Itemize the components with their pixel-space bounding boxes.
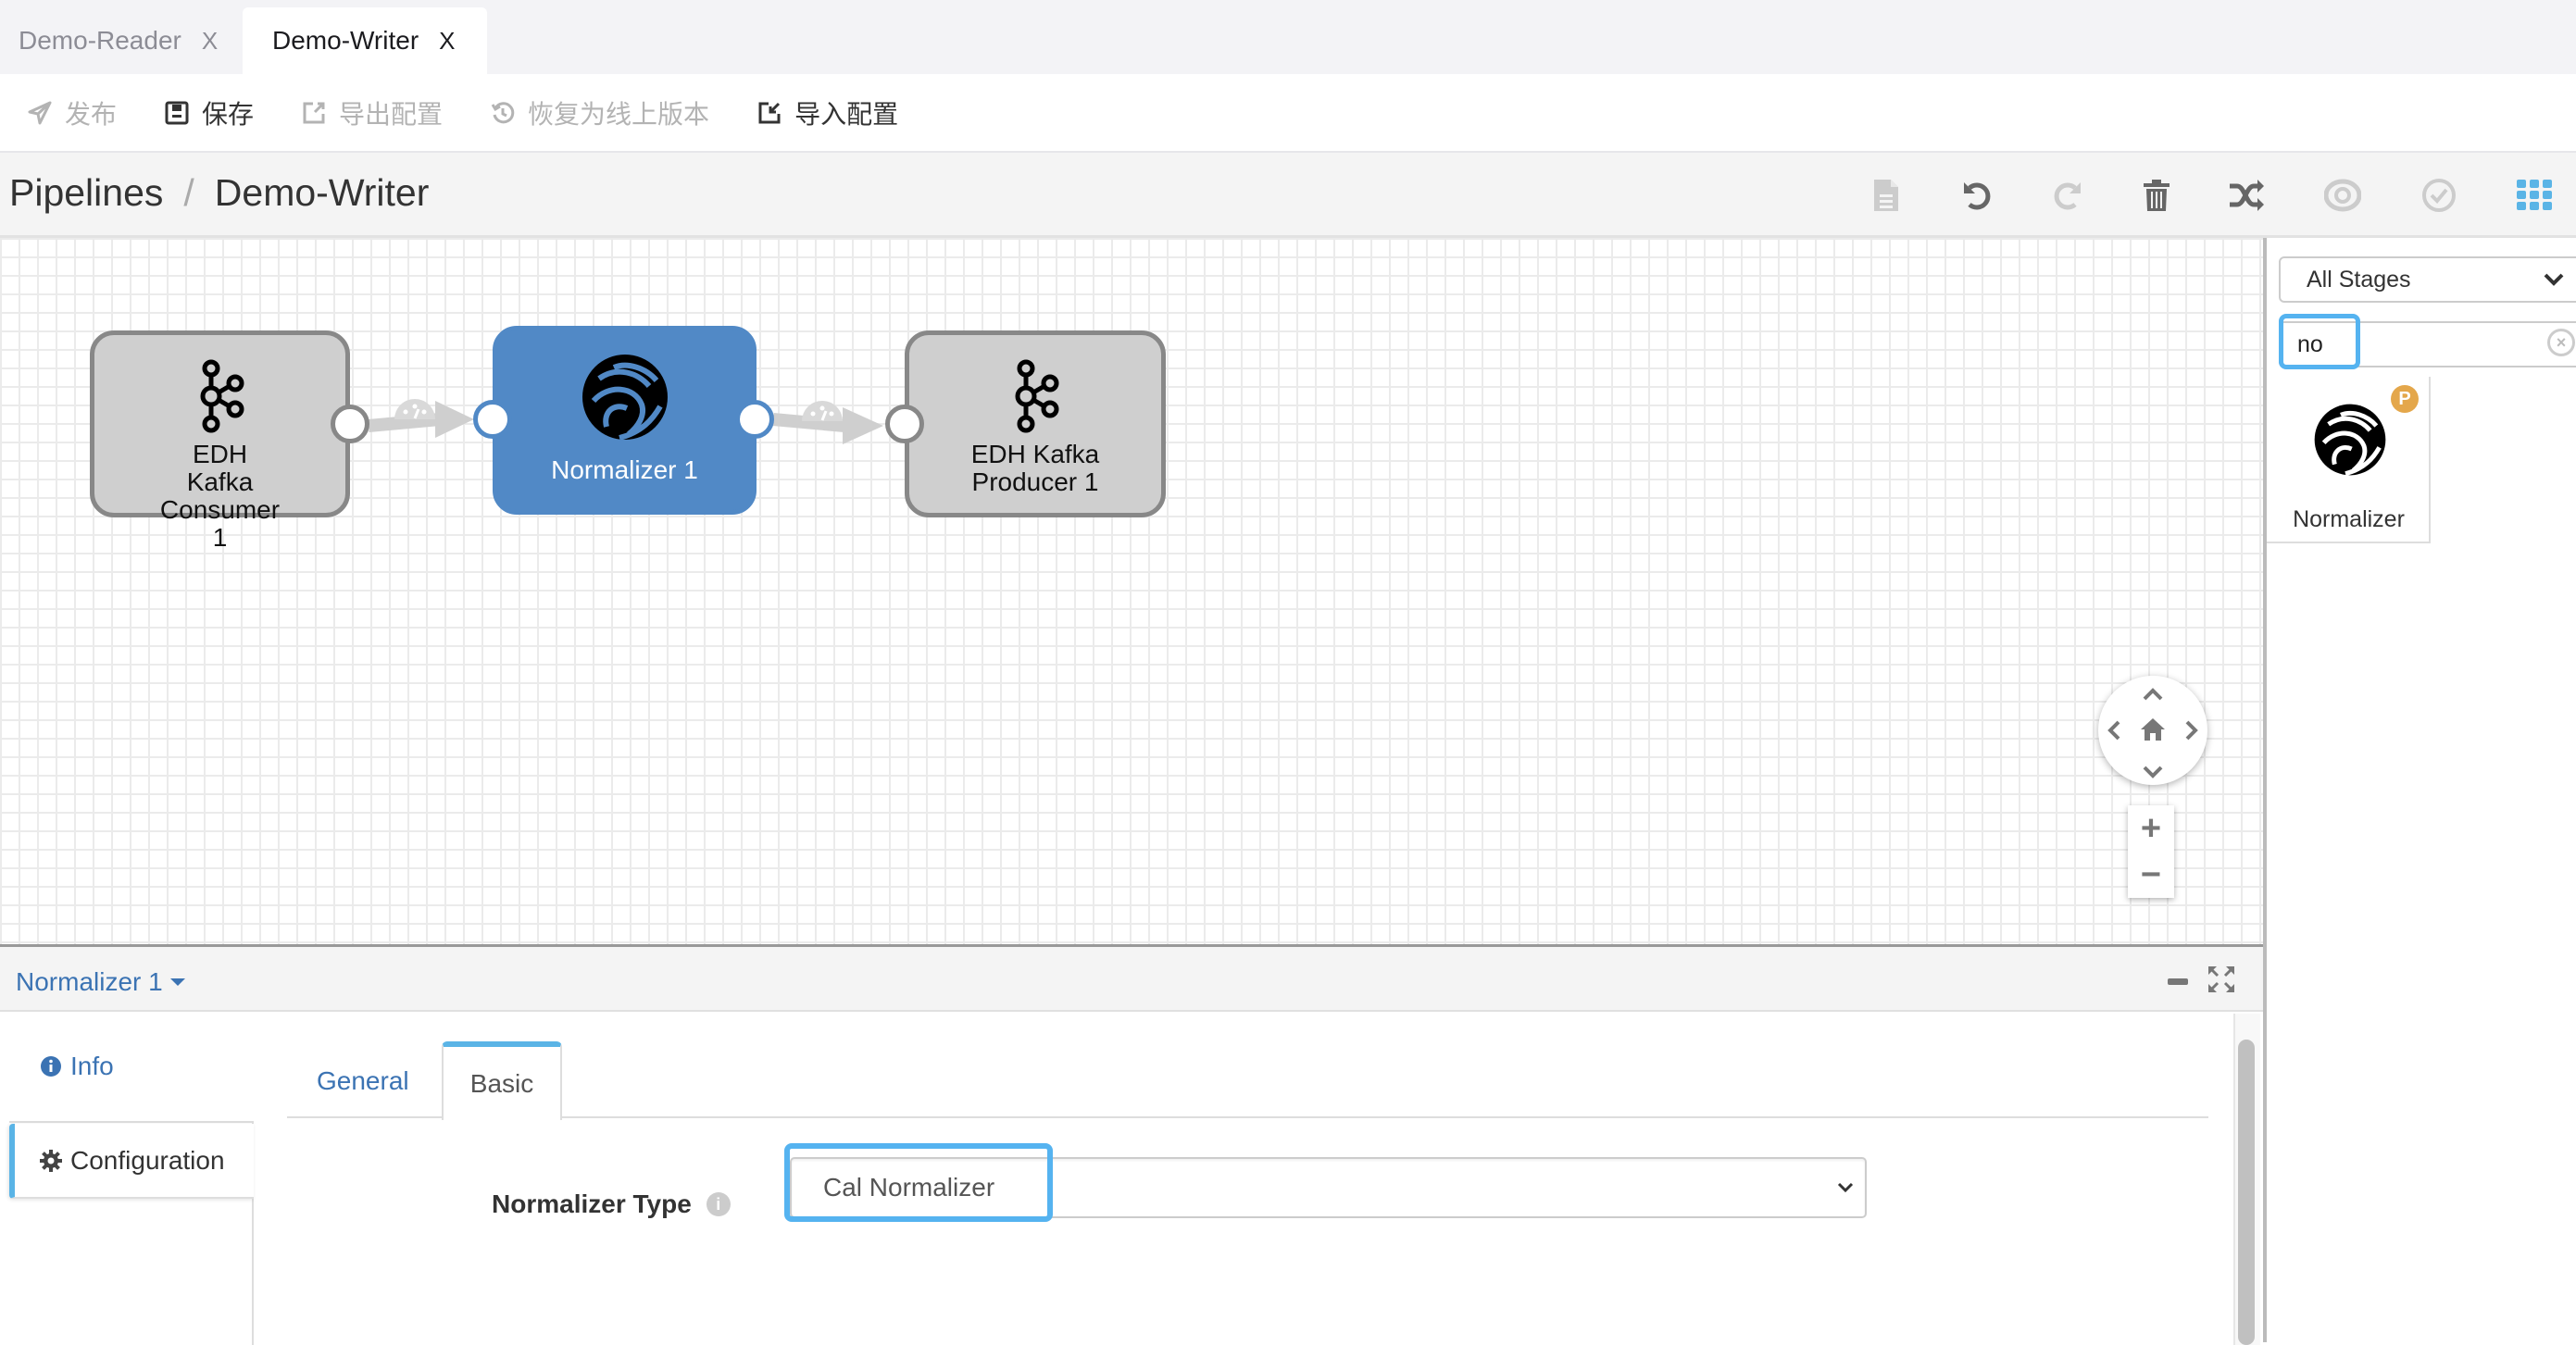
input-port[interactable] xyxy=(885,405,924,443)
premium-badge: P xyxy=(2391,385,2419,413)
preview-icon[interactable] xyxy=(2322,175,2363,216)
stage-library-panel: All Stages × P Normalizer xyxy=(2263,238,2576,1342)
pipeline-canvas[interactable]: EDH Kafka Consumer 1 Normalizer 1 EDH Ka… xyxy=(0,238,2263,944)
nav-configuration[interactable]: Configuration xyxy=(9,1124,254,1199)
stage-node-label: EDH Kafka Consumer 1 xyxy=(151,441,290,552)
chevron-down-icon xyxy=(1837,1177,1854,1199)
normalizer-icon xyxy=(579,351,671,443)
stage-node-label: Normalizer 1 xyxy=(545,456,704,484)
zoom-in-button[interactable]: + xyxy=(2128,805,2174,852)
normalizer-icon xyxy=(2313,403,2387,477)
publish-button[interactable]: 发布 xyxy=(26,94,117,131)
import-config-button[interactable]: 导入配置 xyxy=(756,94,898,131)
pan-left-icon[interactable] xyxy=(2107,720,2120,745)
info-icon xyxy=(39,1054,63,1078)
link-normalizer-to-producer[interactable] xyxy=(773,401,883,444)
nav-configuration-label: Configuration xyxy=(70,1146,225,1176)
kafka-icon xyxy=(998,359,1072,433)
save-button[interactable]: 保存 xyxy=(163,94,254,131)
nav-info[interactable]: Info xyxy=(9,1012,254,1123)
auto-arrange-icon[interactable] xyxy=(2226,175,2267,216)
zoom-control: + − xyxy=(2128,805,2174,898)
stage-node-kafka-producer[interactable]: EDH Kafka Producer 1 xyxy=(905,330,1166,517)
validate-icon[interactable] xyxy=(2419,175,2459,216)
field-label-text: Normalizer Type xyxy=(492,1189,692,1219)
tab-general[interactable]: General xyxy=(317,1041,409,1120)
pan-right-icon[interactable] xyxy=(2185,720,2198,745)
output-port[interactable] xyxy=(331,405,369,443)
save-icon xyxy=(163,99,191,127)
restore-online-version-button[interactable]: 恢复为线上版本 xyxy=(489,94,709,131)
undo-icon[interactable] xyxy=(1957,175,1997,216)
panel-header: Normalizer 1 xyxy=(0,947,2263,1012)
send-icon xyxy=(26,99,54,127)
stage-node-label: EDH Kafka Producer 1 xyxy=(910,441,1160,496)
normalizer-type-label: Normalizer Type i xyxy=(492,1189,731,1219)
metrics-gauge-icon[interactable] xyxy=(394,399,435,419)
nav-info-label: Info xyxy=(70,1052,114,1081)
pan-down-icon[interactable] xyxy=(2143,761,2163,783)
breadcrumb-current: Demo-Writer xyxy=(215,171,430,215)
zoom-out-button[interactable]: − xyxy=(2128,852,2174,898)
stage-library-icon[interactable] xyxy=(2514,175,2555,216)
pipeline-header: Pipelines / Demo-Writer xyxy=(0,153,2576,238)
caret-down-icon xyxy=(170,978,185,986)
close-tab-icon[interactable]: X xyxy=(439,27,455,56)
import-icon xyxy=(756,99,783,127)
maximize-panel-icon[interactable] xyxy=(2207,965,2235,993)
stage-type-value: All Stages xyxy=(2307,267,2411,293)
stage-type-select[interactable]: All Stages xyxy=(2279,256,2576,303)
stage-search-input[interactable] xyxy=(2297,331,2436,358)
normalizer-type-value: Cal Normalizer xyxy=(823,1173,994,1202)
input-port[interactable] xyxy=(473,400,512,439)
stage-search-field[interactable] xyxy=(2279,321,2576,367)
stage-selector-dropdown[interactable]: Normalizer 1 xyxy=(16,967,185,997)
export-config-button[interactable]: 导出配置 xyxy=(300,94,443,131)
home-icon[interactable] xyxy=(2140,716,2166,747)
breadcrumb: Pipelines / Demo-Writer xyxy=(9,171,429,215)
tab-label: Demo-Reader xyxy=(19,26,181,56)
publish-label: 发布 xyxy=(65,94,117,131)
normalizer-type-select[interactable]: Cal Normalizer xyxy=(790,1157,1867,1218)
stage-card-label: Normalizer xyxy=(2267,506,2431,533)
tab-demo-reader[interactable]: Demo-Reader X xyxy=(0,7,236,74)
save-label: 保存 xyxy=(202,94,254,131)
config-tabs: General Basic xyxy=(287,1041,2208,1118)
metrics-gauge-icon[interactable] xyxy=(802,401,843,421)
minimize-panel-icon[interactable] xyxy=(2168,978,2188,985)
history-icon xyxy=(489,99,517,127)
stage-config-panel: Normalizer 1 Info Configuration General … xyxy=(0,944,2263,1342)
pan-control xyxy=(2098,676,2207,785)
tab-label: Demo-Writer xyxy=(272,26,419,56)
link-consumer-to-normalizer[interactable] xyxy=(369,399,474,438)
import-config-label: 导入配置 xyxy=(794,94,898,131)
close-tab-icon[interactable]: X xyxy=(202,27,218,56)
chevron-down-icon xyxy=(2544,268,2564,292)
gear-icon xyxy=(39,1149,63,1173)
info-icon[interactable]: i xyxy=(707,1192,731,1216)
document-icon[interactable] xyxy=(1866,175,1907,216)
stage-selector-label: Normalizer 1 xyxy=(16,967,163,997)
restore-label: 恢复为线上版本 xyxy=(528,94,709,131)
delete-icon[interactable] xyxy=(2136,175,2177,216)
document-tab-strip: Demo-Reader X Demo-Writer X xyxy=(0,0,2576,74)
tab-demo-writer[interactable]: Demo-Writer X xyxy=(243,7,487,74)
action-toolbar: 发布 保存 导出配置 恢复为线上版本 导入配置 xyxy=(0,74,2576,153)
breadcrumb-separator: / xyxy=(183,171,194,215)
stage-card-normalizer[interactable]: P Normalizer xyxy=(2267,377,2431,543)
scrollbar-thumb[interactable] xyxy=(2238,1040,2255,1345)
panel-side-nav: Info Configuration xyxy=(0,1012,254,1345)
stage-node-normalizer[interactable]: Normalizer 1 xyxy=(493,326,757,515)
clear-search-icon[interactable]: × xyxy=(2547,329,2575,356)
tab-basic[interactable]: Basic xyxy=(442,1041,562,1120)
redo-icon[interactable] xyxy=(2047,175,2088,216)
export-icon xyxy=(300,99,328,127)
output-port[interactable] xyxy=(735,400,774,439)
pan-up-icon[interactable] xyxy=(2143,683,2163,705)
export-config-label: 导出配置 xyxy=(339,94,443,131)
stage-node-kafka-consumer[interactable]: EDH Kafka Consumer 1 xyxy=(90,330,350,517)
breadcrumb-pipelines[interactable]: Pipelines xyxy=(9,171,163,215)
kafka-icon xyxy=(183,359,257,433)
